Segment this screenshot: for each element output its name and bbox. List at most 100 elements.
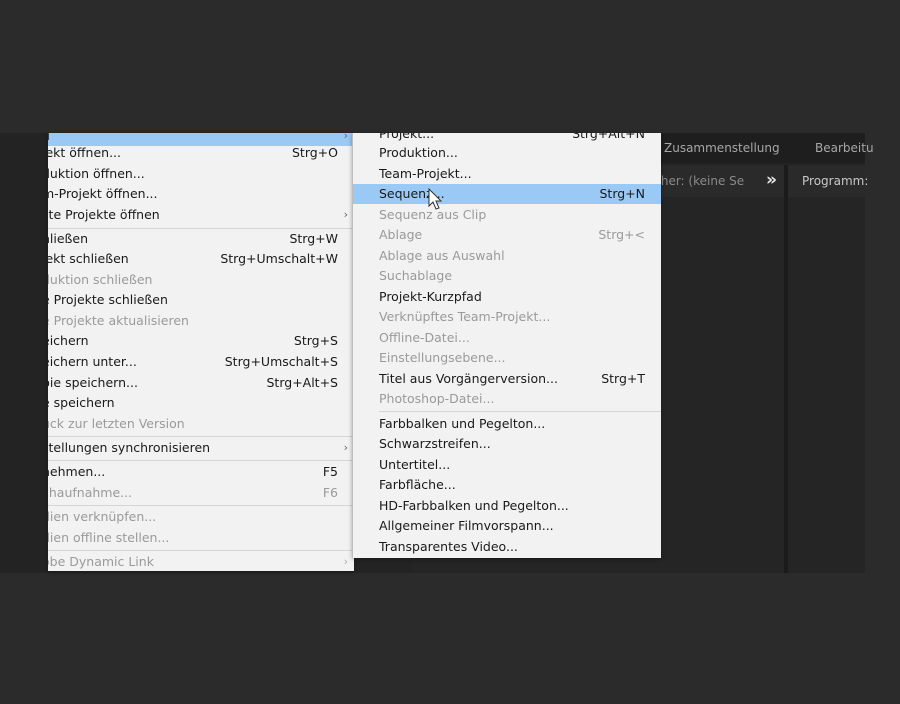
menu-item-label: Schwarzstreifen... — [379, 436, 491, 451]
workspace-tab-edit[interactable]: Bearbeitu — [815, 141, 874, 155]
submenu-item-production[interactable]: Produktion... — [353, 143, 661, 163]
menu-item-label: pie speichern... — [48, 375, 138, 390]
submenu-item-legacy-title[interactable]: Titel aus Vorgängerversion... Strg+T — [353, 369, 661, 389]
submenu-item-hd-bars-and-tone[interactable]: HD-Farbbalken und Pegelton... — [353, 496, 661, 516]
menu-item-shortcut: Strg+O — [291, 145, 338, 160]
submenu-item-color-matte[interactable]: Farbfläche... — [353, 475, 661, 495]
menu-item-save-all[interactable]: e speichern — [48, 393, 354, 413]
menu-item-save[interactable]: eichern Strg+S — [48, 331, 354, 351]
menu-item-label: Farbfläche... — [379, 477, 456, 492]
submenu-item-offline-file: Offline-Datei... — [353, 328, 661, 348]
menu-item-label: Produktion... — [379, 145, 458, 160]
menu-item-close-production: duktion schließen — [48, 270, 354, 290]
submenu-item-universal-countdown[interactable]: Allgemeiner Filmvorspann... — [353, 516, 661, 536]
menu-item-shortcut: Strg+W — [289, 231, 338, 246]
menu-item-label: Untertitel... — [379, 457, 451, 472]
menu-item-label: Transparentes Video... — [379, 539, 518, 554]
menu-item-shortcut: Strg+Umschalt+S — [224, 354, 338, 369]
menu-item-label: Ablage — [379, 227, 423, 242]
submenu-item-captions[interactable]: Untertitel... — [353, 455, 661, 475]
submenu-item-bars-and-tone[interactable]: Farbbalken und Pegelton... — [353, 414, 661, 434]
submenu-item-linked-team-project: Verknüpftes Team-Projekt... — [353, 307, 661, 327]
menu-separator — [379, 411, 661, 412]
menu-item-recent-projects[interactable]: zte Projekte öffnen › — [48, 205, 354, 225]
menu-item-link-media: dien verknüpfen... — [48, 507, 354, 527]
submenu-item-sequence-from-clip: Sequenz aus Clip — [353, 205, 661, 225]
menu-item-shortcut: F5 — [322, 464, 338, 479]
menu-separator — [48, 550, 354, 551]
program-panel-header: Programm: — [788, 165, 868, 197]
menu-item-refresh-all-projects: e Projekte aktualisieren — [48, 311, 354, 331]
menu-item-label: jekt schließen — [48, 251, 129, 266]
menu-item-close[interactable]: hließen Strg+W — [48, 229, 354, 249]
menu-item-label: dien verknüpfen... — [48, 509, 157, 524]
submenu-item-transparent-video[interactable]: Transparentes Video... — [353, 537, 661, 557]
new-submenu: Projekt... Strg+Alt+N Produktion... Team… — [352, 133, 661, 558]
submenu-item-sequence[interactable]: Sequenz... Strg+N — [353, 184, 661, 204]
menu-item-label: duktion öffnen... — [48, 166, 145, 181]
menu-item-label: chaufnahme... — [48, 485, 133, 500]
menu-item-save-as[interactable]: eichern unter... Strg+Umschalt+S — [48, 352, 354, 372]
menu-item-dynamic-link: obe Dynamic Link › — [48, 552, 354, 571]
menu-separator — [48, 460, 354, 461]
menu-item-label: ück zur letzten Version — [48, 416, 185, 431]
file-menu: u › jekt öffnen... Strg+O duktion öffnen… — [48, 133, 354, 571]
menu-item-shortcut: F6 — [322, 485, 338, 500]
menu-item-label: e speichern — [48, 395, 115, 410]
menu-item-label: HD-Farbbalken und Pegelton... — [379, 498, 569, 513]
menu-item-batch-capture: chaufnahme... F6 — [48, 483, 354, 503]
menu-item-close-all-projects[interactable]: e Projekte schließen — [48, 290, 354, 310]
submenu-item-adjustment-layer: Einstellungsebene... — [353, 348, 661, 368]
submenu-arrow-icon: › — [343, 208, 348, 221]
panel-overflow-chevron-icon[interactable]: » — [766, 170, 777, 190]
menu-item-open-production[interactable]: duktion öffnen... — [48, 164, 354, 184]
submenu-arrow-icon: › — [343, 441, 348, 454]
submenu-item-search-bin: Suchablage — [353, 266, 661, 286]
workspace-tab-assembly[interactable]: Zusammenstellung — [664, 141, 780, 155]
submenu-item-black-video[interactable]: Schwarzstreifen... — [353, 434, 661, 454]
menu-item-label: eichern unter... — [48, 354, 137, 369]
submenu-item-photoshop-file: Photoshop-Datei... — [353, 389, 661, 409]
menu-item-save-copy[interactable]: pie speichern... Strg+Alt+S — [48, 373, 354, 393]
menu-item-label: e Projekte aktualisieren — [48, 313, 189, 328]
menu-item-label: obe Dynamic Link — [48, 554, 154, 569]
menu-item-label: Team-Projekt... — [379, 166, 472, 181]
menu-item-label: hließen — [48, 231, 89, 246]
menu-separator — [48, 436, 354, 437]
menu-item-label: nehmen... — [48, 464, 106, 479]
menu-item-label: Farbbalken und Pegelton... — [379, 416, 546, 431]
menu-item-make-offline: dien offline stellen... — [48, 528, 354, 548]
mouse-pointer-icon — [428, 188, 443, 210]
menu-item-sync-settings[interactable]: stellungen synchronisieren › — [48, 438, 354, 458]
menu-item-shortcut: Strg+S — [293, 333, 338, 348]
submenu-item-team-project[interactable]: Team-Projekt... — [353, 164, 661, 184]
menu-item-label: dien offline stellen... — [48, 530, 170, 545]
menu-item-open-team-project[interactable]: m-Projekt öffnen... — [48, 184, 354, 204]
menu-item-label: Verknüpftes Team-Projekt... — [379, 309, 551, 324]
program-panel-title[interactable]: Programm: — [802, 174, 868, 188]
menu-separator — [48, 505, 354, 506]
submenu-arrow-icon: › — [343, 555, 348, 568]
menu-item-label: stellungen synchronisieren — [48, 440, 211, 455]
menu-item-close-project[interactable]: jekt schließen Strg+Umschalt+W — [48, 249, 354, 269]
menu-item-capture[interactable]: nehmen... F5 — [48, 462, 354, 482]
menu-item-shortcut: Strg+Alt+S — [266, 375, 339, 390]
submenu-item-bin-from-selection: Ablage aus Auswahl — [353, 246, 661, 266]
menu-item-revert: ück zur letzten Version — [48, 414, 354, 434]
submenu-item-project-shortcut[interactable]: Projekt-Kurzpfad — [353, 287, 661, 307]
program-monitor-panel: Programm: — [788, 165, 868, 573]
menu-item-label: jekt öffnen... — [48, 145, 121, 160]
source-panel-title[interactable]: scher: (keine Se — [648, 174, 744, 188]
menu-item-label: e Projekte schließen — [48, 292, 168, 307]
menu-item-label: eichern — [48, 333, 89, 348]
menu-item-label: m-Projekt öffnen... — [48, 186, 158, 201]
menu-item-label: Einstellungsebene... — [379, 350, 506, 365]
menu-item-shortcut: Strg+T — [601, 371, 645, 386]
menu-item-shortcut: Strg+Umschalt+W — [220, 251, 338, 266]
menu-item-open-project[interactable]: jekt öffnen... Strg+O — [48, 143, 354, 163]
menu-item-shortcut: Strg+< — [598, 227, 645, 242]
menu-item-shortcut: Strg+N — [599, 186, 645, 201]
submenu-item-bin: Ablage Strg+< — [353, 225, 661, 245]
menu-item-label: Allgemeiner Filmvorspann... — [379, 518, 554, 533]
menu-item-label: Suchablage — [379, 268, 453, 283]
